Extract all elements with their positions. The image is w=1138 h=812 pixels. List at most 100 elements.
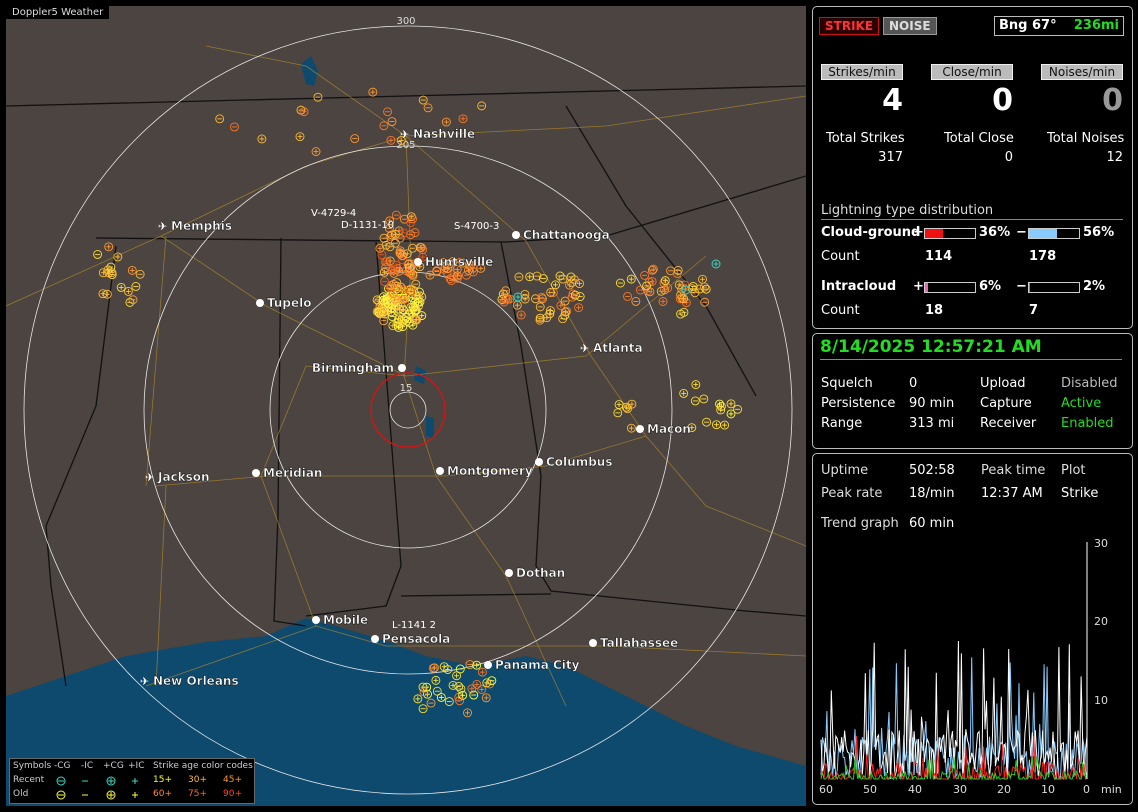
strike-button[interactable]: STRIKE	[819, 17, 880, 35]
strikes-per-min-value: 4	[882, 83, 903, 118]
receiver-label: Receiver	[980, 416, 1037, 431]
map-canvas[interactable]: 300 205 110 15 ✈ Nashville ✈ Memphis Chattan…	[6, 6, 806, 806]
city-dot	[371, 635, 379, 643]
city-dot	[512, 231, 520, 239]
city-new-orleans: ✈ New Orleans	[140, 674, 239, 688]
current-datetime: 8/14/2025 12:57:21 AM	[820, 337, 1042, 357]
city-label: Tupelo	[267, 296, 312, 310]
strike-symbol	[698, 274, 707, 284]
noise-button[interactable]: NOISE	[883, 17, 937, 35]
cg-positive-count: 114	[925, 249, 953, 264]
lightning-map[interactable]: 300 205 110 15 ✈ Nashville ✈ Memphis Chattan…	[6, 6, 806, 806]
city-dot	[252, 469, 260, 477]
total-strikes-value: 317	[878, 150, 903, 165]
strike-symbol	[116, 282, 126, 292]
strike-symbol	[700, 282, 709, 292]
lake	[301, 56, 318, 86]
ic-positive-percent: 6%	[979, 279, 1002, 294]
ring-label: 300	[396, 16, 415, 27]
squelch-label: Squelch	[821, 376, 873, 391]
city-label: Montgomery	[447, 464, 533, 478]
strike-symbol	[98, 289, 108, 299]
total-strikes-label: Total Strikes	[826, 131, 905, 146]
trend-y-tick: 20	[1094, 615, 1108, 628]
strike-symbol	[631, 296, 641, 306]
strike-symbol	[93, 249, 103, 259]
trend-x-tick: 0	[1083, 783, 1090, 796]
strike-symbol	[379, 267, 389, 277]
range-label: Range	[821, 416, 863, 431]
ring-label: 205	[396, 140, 415, 151]
squelch-value: 0	[909, 376, 918, 391]
strike-symbol	[660, 276, 670, 286]
strike-symbol	[711, 259, 721, 269]
strike-symbol	[513, 292, 523, 302]
city-label: Mobile	[323, 613, 368, 627]
strike-symbol	[575, 279, 584, 289]
range-value: 313 mi	[909, 416, 955, 431]
trend-x-tick: 20	[997, 783, 1011, 796]
strike-symbol	[726, 399, 736, 409]
cg-positive-percent: 36%	[979, 225, 1011, 240]
distribution-title: Lightning type distribution	[821, 203, 994, 218]
strike-symbol	[647, 276, 657, 286]
city-dot	[436, 467, 444, 475]
city-dot	[484, 661, 492, 669]
strike-symbol	[551, 280, 560, 290]
status-panel: 8/14/2025 12:57:21 AM Squelch 0 Upload D…	[812, 333, 1133, 449]
trend-x-tick: 40	[908, 783, 922, 796]
ring-labels: 300 205 110 15	[396, 16, 415, 394]
city-label: Memphis	[171, 219, 232, 233]
strike-symbol	[720, 420, 730, 430]
close-per-min-label: Close/min	[931, 64, 1013, 80]
peak-rate-value: 18/min	[909, 486, 955, 501]
bearing-value: Bng 67°	[999, 18, 1057, 33]
city-label: Huntsville	[425, 255, 493, 269]
city-pensacola: Pensacola	[371, 632, 450, 646]
city-dot	[398, 364, 406, 372]
strike-symbol	[380, 277, 390, 286]
strike-symbol	[135, 269, 145, 279]
city-label: Tallahassee	[600, 636, 678, 650]
strike-symbol	[613, 408, 623, 418]
strike-symbol	[257, 134, 267, 144]
strike-symbol	[299, 107, 309, 117]
upload-label: Upload	[980, 376, 1026, 391]
receiver-value: Enabled	[1061, 416, 1114, 431]
cg-count-label: Count	[821, 249, 860, 264]
cg-minus-sign: −	[1016, 225, 1027, 240]
upload-value: Disabled	[1061, 376, 1118, 391]
strike-symbol	[458, 114, 468, 124]
trend-x-tick: 10	[1041, 783, 1055, 796]
strike-symbol	[679, 388, 689, 398]
city-label: Nashville	[413, 127, 475, 141]
city-dot	[505, 569, 513, 577]
peak-time-value: 12:37 AM	[981, 486, 1043, 501]
strike-symbol	[128, 295, 138, 305]
strike-symbol	[574, 303, 584, 313]
strike-symbol	[295, 132, 305, 142]
city-dot	[589, 639, 597, 647]
city-meridian: Meridian	[252, 466, 323, 480]
ic-count-label: Count	[821, 303, 860, 318]
airport-icon: ✈	[580, 342, 589, 355]
peak-rate-label: Peak rate	[821, 486, 883, 501]
trend-graph: 30 20 10 60 50 40 30 20 10 0 min	[819, 537, 1122, 796]
peak-time-label: Peak time	[981, 463, 1046, 478]
city-panama-city: Panama City	[484, 658, 580, 672]
legend-pos-ic-symbol	[132, 792, 138, 798]
noises-per-min-value: 0	[1102, 83, 1123, 118]
trend-x-unit: min	[1101, 783, 1122, 796]
strike-symbol	[387, 117, 397, 126]
ic-plus-sign: +	[913, 279, 924, 294]
strike-symbol	[123, 286, 133, 296]
city-dot	[414, 258, 422, 266]
cg-positive-bar	[924, 228, 976, 239]
city-label: Panama City	[495, 658, 580, 672]
city-dot	[256, 299, 264, 307]
cg-plus-sign: +	[913, 225, 924, 240]
cell-label: V-4729-4	[311, 208, 356, 219]
strike-symbol	[690, 396, 700, 406]
persistence-value: 90 min	[909, 396, 955, 411]
city-dot	[636, 425, 644, 433]
